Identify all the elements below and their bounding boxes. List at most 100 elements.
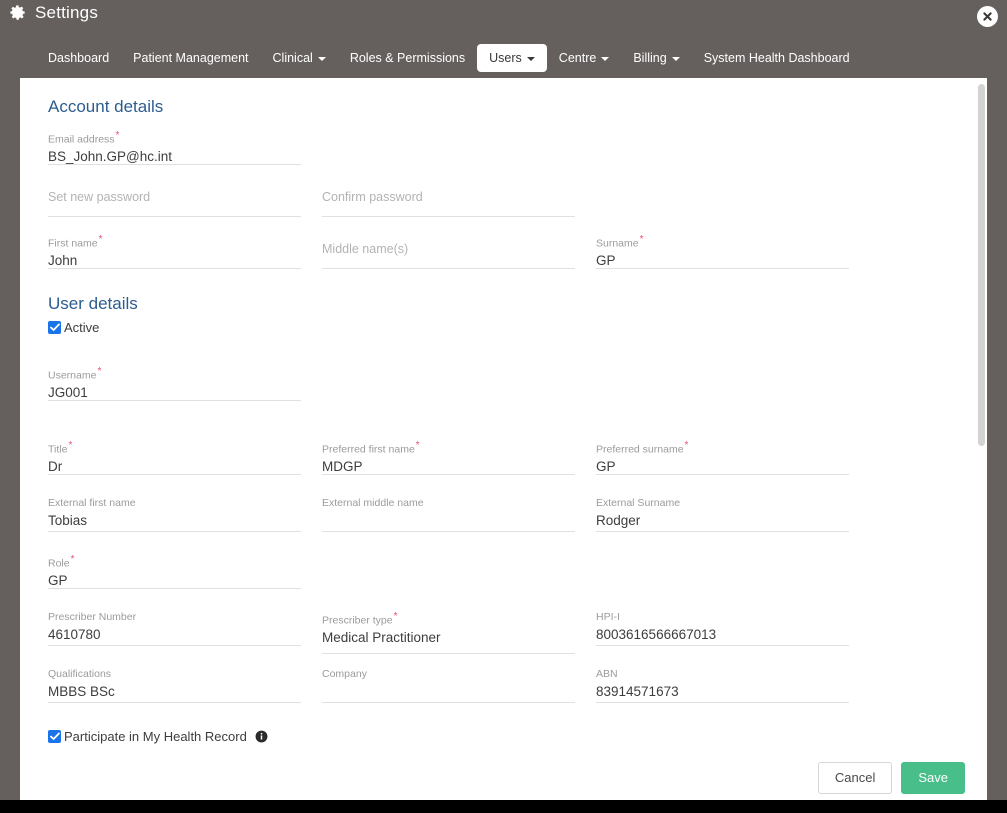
nav-item-centre[interactable]: Centre (547, 44, 622, 73)
chevron-down-icon (317, 57, 326, 61)
field-underline (48, 164, 301, 166)
nav-item-label: Users (489, 50, 522, 65)
active-checkbox-label: Active (64, 320, 100, 336)
close-icon (983, 12, 992, 21)
nav-item-roles-permissions[interactable]: Roles & Permissions (338, 44, 477, 73)
close-button[interactable] (977, 6, 998, 27)
field-underline (596, 531, 849, 533)
field-underline (48, 645, 301, 647)
nav-item-patient-management[interactable]: Patient Management (121, 44, 260, 73)
main-navigation: Dashboard Patient Management Clinical Roles… (0, 40, 1007, 76)
field-underline (322, 474, 575, 476)
field-underline (322, 702, 575, 704)
middle-names-label: Middle name(s) (322, 242, 409, 257)
external-surname-field[interactable]: External Surname Rodger (596, 491, 849, 543)
set-password-label: Set new password (48, 190, 151, 205)
user-row-qualifications: Qualifications MBBS BSc Company ABN 8391… (48, 662, 946, 714)
external-surname-label: External Surname (596, 497, 681, 510)
panel-scroll-area: Account details Email address* BS_John.G… (20, 78, 987, 756)
preferred-surname-field[interactable]: Preferred surname* GP (596, 434, 849, 486)
email-field[interactable]: Email address* BS_John.GP@hc.int (48, 124, 301, 176)
title-label: Title* (48, 440, 73, 456)
external-middle-name-field[interactable]: External middle name (322, 491, 575, 543)
nav-item-clinical[interactable]: Clinical (261, 44, 338, 73)
hpi-i-field[interactable]: HPI-I 8003616566667013 (596, 605, 849, 657)
window-title: Settings (35, 3, 99, 22)
external-first-name-field[interactable]: External first name Tobias (48, 491, 301, 543)
field-underline (48, 474, 301, 476)
mhr-checkbox-row[interactable]: Participate in My Health Record (48, 730, 946, 744)
prescriber-number-label: Prescriber Number (48, 611, 137, 624)
account-row-names: First name* John Middle name(s) Surname*… (48, 228, 946, 280)
nav-item-label: Clinical (272, 50, 313, 65)
field-underline (48, 588, 301, 590)
field-underline (596, 474, 849, 476)
user-row-username: Username* JG001 (48, 360, 946, 412)
surname-field[interactable]: Surname* GP (596, 228, 849, 280)
company-field[interactable]: Company (322, 662, 575, 714)
chevron-down-icon (601, 57, 610, 61)
account-details-heading: Account details (48, 97, 164, 116)
field-underline (596, 645, 849, 647)
external-first-name-label: External first name (48, 497, 136, 510)
field-underline (596, 702, 849, 704)
form-footer: Cancel Save (20, 756, 987, 800)
mhr-checkbox[interactable] (48, 730, 61, 744)
field-underline (48, 268, 301, 270)
external-surname-value: Rodger (596, 512, 641, 528)
user-details-heading: User details (48, 294, 138, 314)
confirm-password-field[interactable]: Confirm password (322, 176, 575, 228)
user-row-title: Title* Dr Preferred first name* MDGP Pre… (48, 434, 946, 486)
nav-item-dashboard[interactable]: Dashboard (36, 44, 121, 73)
preferred-surname-label: Preferred surname* (596, 440, 689, 456)
chevron-down-icon (671, 57, 680, 61)
account-row-email: Email address* BS_John.GP@hc.int (48, 124, 946, 176)
hpi-i-value: 8003616566667013 (596, 626, 717, 642)
user-form: Account details Email address* BS_John.G… (20, 78, 976, 756)
role-label: Role* (48, 554, 75, 570)
field-underline (322, 216, 575, 218)
nav-item-label: Dashboard (48, 50, 110, 65)
role-field[interactable]: Role* GP (48, 548, 301, 600)
info-icon[interactable] (255, 730, 268, 743)
window-title-group: Settings (8, 3, 98, 22)
field-underline (322, 268, 575, 270)
nav-item-users[interactable]: Users (477, 43, 547, 73)
prescriber-type-field[interactable]: Prescriber type* Medical Practitioner (322, 605, 575, 657)
external-middle-name-label: External middle name (322, 497, 424, 510)
nav-item-label: Roles & Permissions (349, 50, 466, 65)
prescriber-number-field[interactable]: Prescriber Number 4610780 (48, 605, 301, 657)
prescriber-number-value: 4610780 (48, 626, 101, 642)
username-label: Username* (48, 366, 102, 382)
company-label: Company (322, 668, 367, 681)
field-underline (48, 400, 301, 402)
field-underline (48, 531, 301, 533)
hpi-i-label: HPI-I (596, 611, 620, 624)
preferred-first-name-field[interactable]: Preferred first name* MDGP (322, 434, 575, 486)
scrollbar-track[interactable] (976, 78, 987, 756)
field-underline (48, 702, 301, 704)
settings-panel: Account details Email address* BS_John.G… (20, 78, 987, 800)
set-password-field[interactable]: Set new password (48, 176, 301, 228)
title-bar: Settings (0, 0, 1007, 34)
nav-item-label: Billing (633, 50, 667, 65)
middle-names-field[interactable]: Middle name(s) (322, 228, 575, 280)
first-name-field[interactable]: First name* John (48, 228, 301, 280)
active-checkbox[interactable] (48, 321, 61, 335)
cancel-button[interactable]: Cancel (817, 762, 893, 794)
qualifications-field[interactable]: Qualifications MBBS BSc (48, 662, 301, 714)
user-row-external: External first name Tobias External midd… (48, 491, 946, 543)
username-field[interactable]: Username* JG001 (48, 360, 301, 412)
title-field[interactable]: Title* Dr (48, 434, 301, 486)
prescriber-type-label: Prescriber type* (322, 611, 398, 627)
abn-field[interactable]: ABN 83914571673 (596, 662, 849, 714)
external-middle-name-value (322, 512, 575, 530)
preferred-first-name-label: Preferred first name* (322, 440, 420, 456)
scrollbar-thumb[interactable] (978, 84, 985, 446)
nav-item-billing[interactable]: Billing (621, 44, 691, 73)
active-checkbox-row[interactable]: Active (48, 320, 946, 336)
gear-icon (10, 5, 25, 20)
nav-item-system-health-dashboard[interactable]: System Health Dashboard (692, 44, 862, 73)
abn-value: 83914571673 (596, 683, 679, 699)
save-button[interactable]: Save (901, 762, 965, 794)
